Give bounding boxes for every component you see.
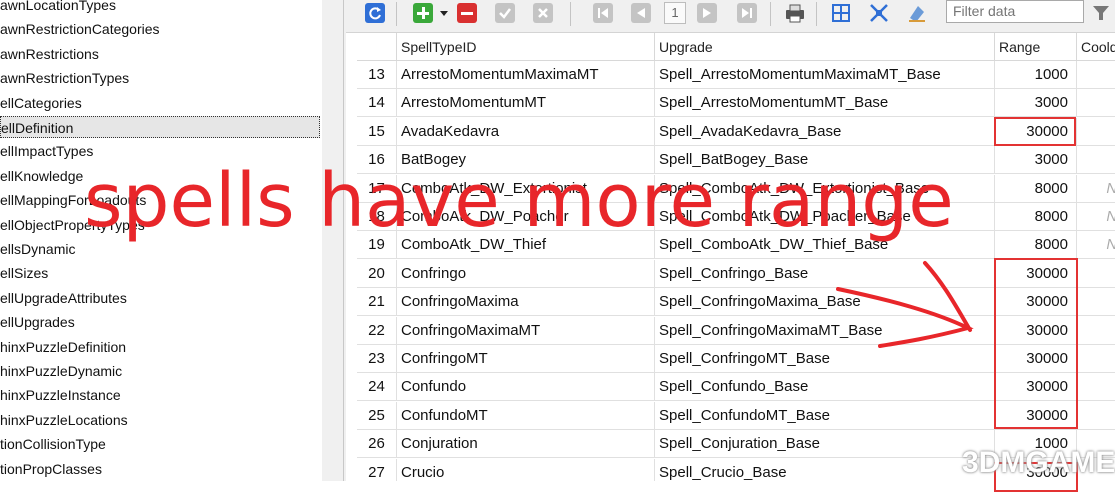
watermark-logo: 3DMGAME <box>962 446 1115 479</box>
annotation-arrow <box>836 261 974 348</box>
